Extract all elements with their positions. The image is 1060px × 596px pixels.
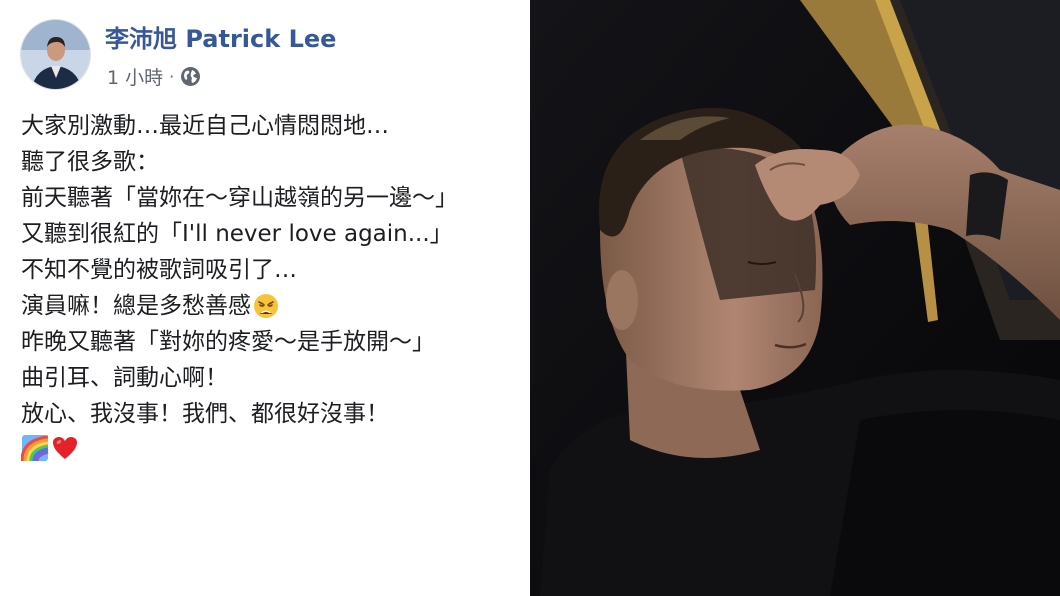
meta-separator: · xyxy=(169,66,175,86)
globe-icon[interactable] xyxy=(180,66,201,87)
author-name-link[interactable]: 李沛旭 Patrick Lee xyxy=(105,22,336,56)
post-line-4: 又聽到很紅的「I'll never love again...」 xyxy=(21,216,526,252)
post-text: 大家別激動…最近自己心情悶悶地… 聽了很多歌： 前天聽著「當妳在～穿山越嶺的另一… xyxy=(20,108,526,466)
post-line-8: 曲引耳、詞動心啊！ xyxy=(21,360,526,396)
post-line-text: 聽了很多歌： xyxy=(21,149,159,175)
post-timestamp[interactable]: 1 小時 xyxy=(107,63,163,90)
post-line-text: 放心、我沒事！我們、都很好沒事！ xyxy=(21,401,389,427)
post-line-text: 演員嘛！總是多愁善感 xyxy=(21,293,251,319)
avatar[interactable] xyxy=(20,19,91,90)
post-line-2: 聽了很多歌： xyxy=(21,144,526,180)
man-resting-hand-on-forehead-image xyxy=(530,0,1060,596)
facebook-post: 李沛旭 Patrick Lee 1 小時 · 大家別激動…最近自己心情悶悶地… … xyxy=(0,0,530,596)
post-line-1: 大家別激動…最近自己心情悶悶地… xyxy=(21,108,526,144)
post-meta: 1 小時 · xyxy=(107,60,201,92)
post-line-text: 曲引耳、詞動心啊！ xyxy=(21,365,228,391)
weary-face-emoji-icon xyxy=(253,293,279,319)
post-line-9: 放心、我沒事！我們、都很好沒事！ xyxy=(21,396,526,432)
post-photo[interactable] xyxy=(530,0,1060,596)
post-line-text: 昨晚又聽著「對妳的疼愛～是手放開～」 xyxy=(21,329,435,355)
post-line-text: 前天聽著「當妳在～穿山越嶺的另一邊～」 xyxy=(21,185,458,211)
post-emoji-row xyxy=(20,434,526,466)
post-line-text: 又聽到很紅的「I'll never love again...」 xyxy=(21,221,453,247)
post-line-5: 不知不覺的被歌詞吸引了… xyxy=(21,252,526,288)
post-line-text: 不知不覺的被歌詞吸引了… xyxy=(21,257,297,283)
post-line-3: 前天聽著「當妳在～穿山越嶺的另一邊～」 xyxy=(21,180,526,216)
post-line-6: 演員嘛！總是多愁善感 xyxy=(21,288,526,324)
avatar-photo xyxy=(21,20,90,89)
post-line-text: 大家別激動…最近自己心情悶悶地… xyxy=(21,113,389,139)
rainbow-emoji-icon xyxy=(20,434,49,466)
red-heart-emoji-icon xyxy=(51,434,79,466)
post-line-7: 昨晚又聽著「對妳的疼愛～是手放開～」 xyxy=(21,324,526,360)
